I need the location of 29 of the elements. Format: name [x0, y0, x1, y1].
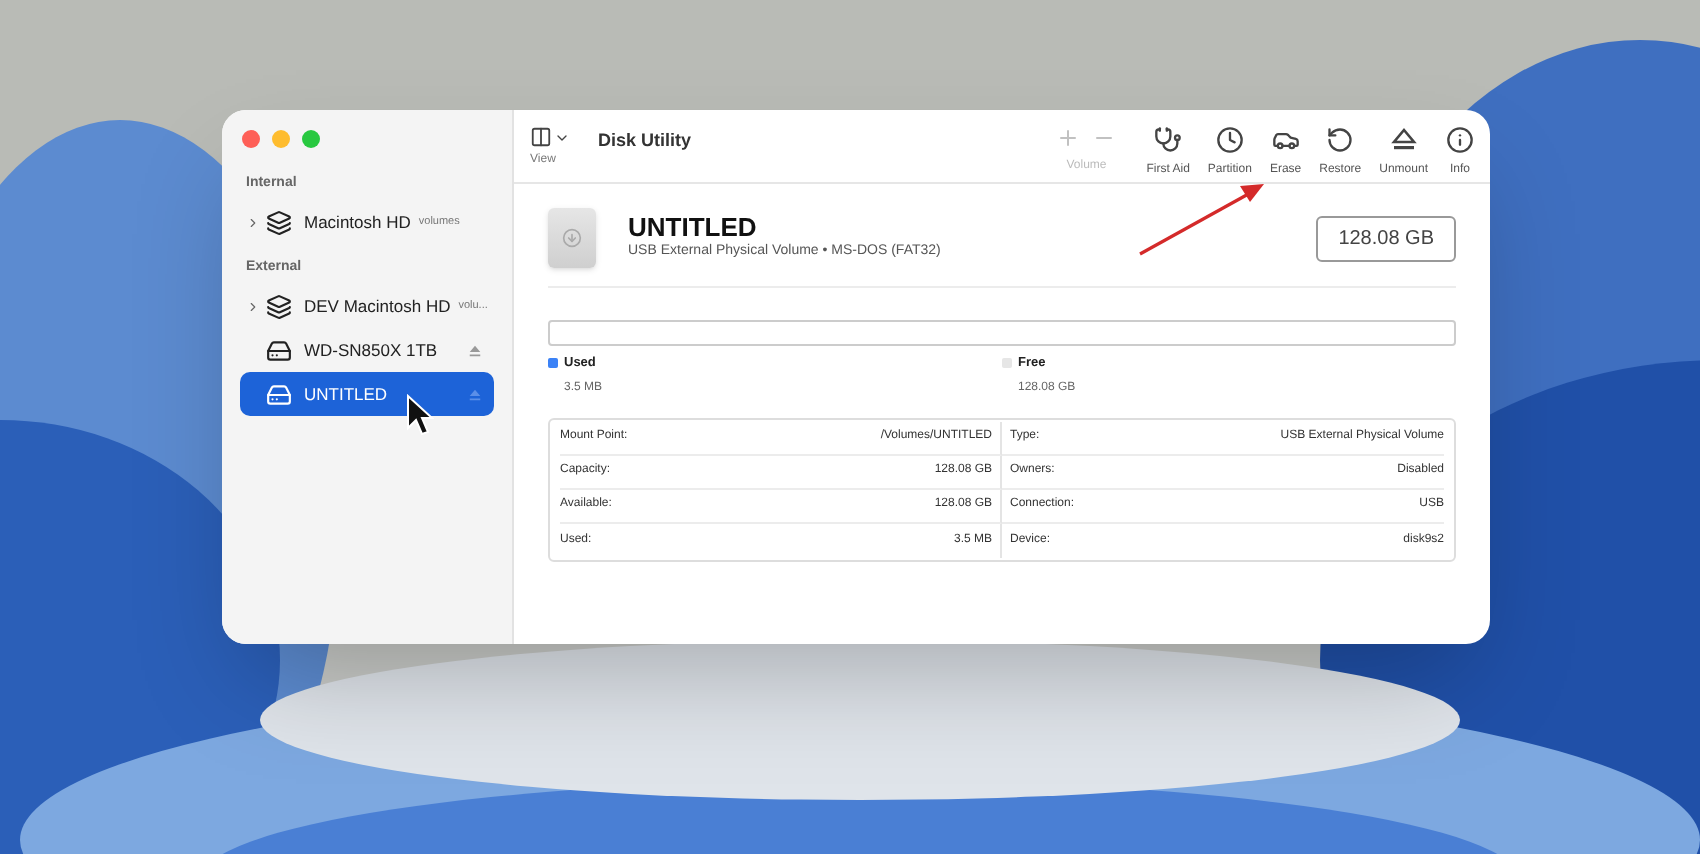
sidebar-icon [530, 126, 552, 148]
drive-icon [266, 337, 292, 363]
sidebar-item[interactable]: UNTITLED [240, 372, 494, 416]
close-button[interactable] [242, 130, 260, 148]
info-icon [1446, 126, 1474, 154]
drive-icon [266, 381, 292, 407]
volume-name: UNTITLED [628, 212, 759, 243]
plus-icon [1056, 126, 1081, 150]
annotation-arrow [1136, 180, 1268, 260]
pointer-icon [406, 394, 434, 438]
restore-icon [1326, 126, 1355, 154]
chevron-icon[interactable] [246, 299, 260, 313]
stethoscope-icon [1154, 126, 1183, 154]
minimize-button[interactable] [272, 130, 290, 148]
zoom-button[interactable] [302, 130, 320, 148]
item-label: UNTITLED [304, 381, 388, 407]
layers-icon [266, 293, 292, 319]
eject-icon [1389, 126, 1418, 154]
window-title: Disk Utility [598, 128, 692, 154]
item-label: Macintosh HD [304, 210, 411, 236]
eject-icon[interactable] [468, 387, 482, 401]
layers-icon [266, 210, 292, 236]
eject-icon[interactable] [468, 343, 482, 357]
item-label: DEV Macintosh HD [304, 293, 451, 319]
chevron-icon[interactable] [246, 216, 260, 230]
item-label: WD-SN850X 1TB [304, 337, 438, 363]
size-label: 128.08 GB [1316, 215, 1456, 261]
volume-icon [548, 208, 596, 268]
sidebar-item[interactable]: WD-SN850X 1TB [240, 328, 494, 372]
